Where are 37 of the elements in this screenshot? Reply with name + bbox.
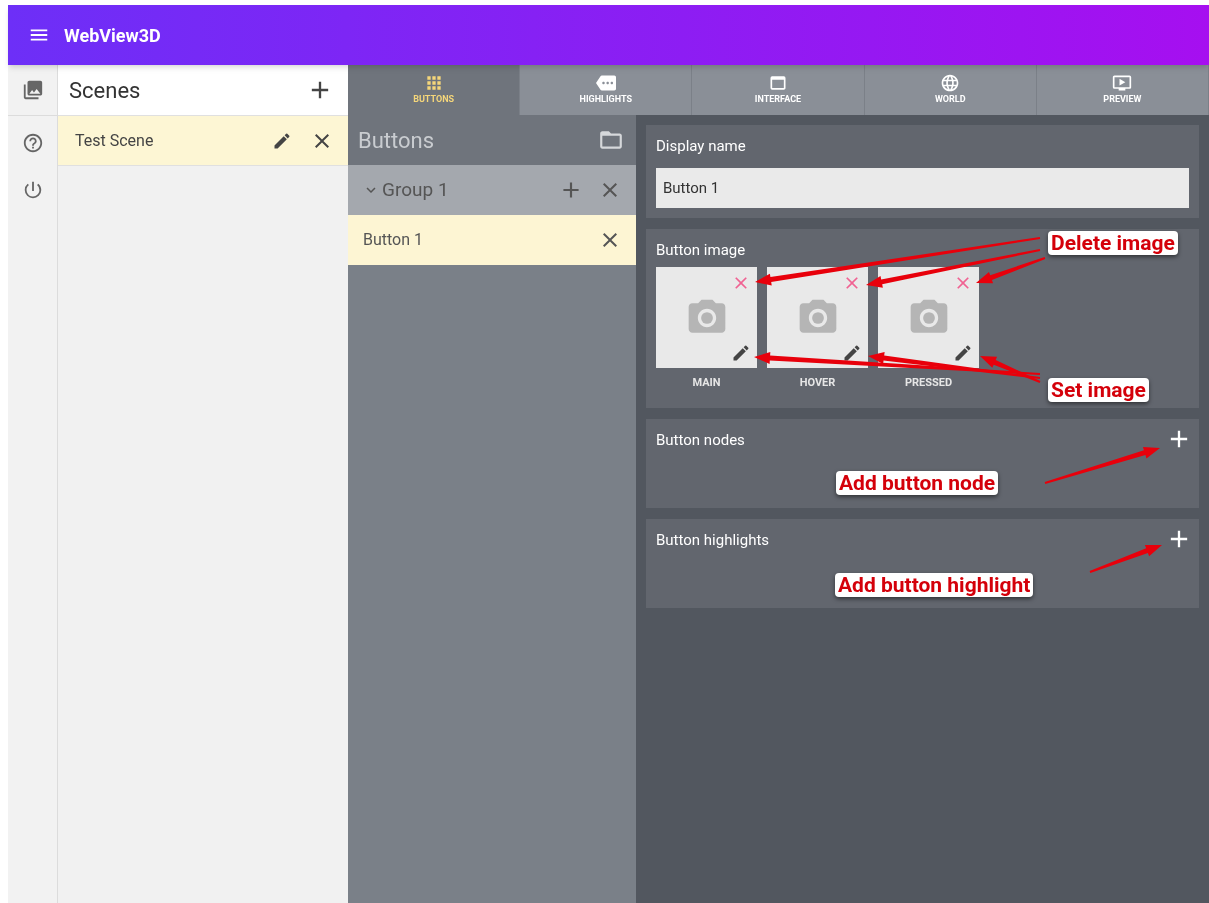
image-slot[interactable] — [767, 267, 868, 368]
label-icon — [595, 73, 616, 94]
tab[interactable]: BUTTONS — [348, 65, 521, 115]
tab[interactable]: HIGHLIGHTS — [520, 65, 693, 115]
tab[interactable]: PREVIEW — [1036, 65, 1209, 115]
panel-title: Buttons — [358, 126, 435, 155]
button-name: Button 1 — [363, 229, 425, 251]
card-title: Button nodes — [656, 429, 745, 451]
tab[interactable]: INTERFACE — [692, 65, 865, 115]
image-label: PRESSED — [904, 375, 953, 391]
card-title: Button highlights — [656, 529, 770, 551]
edit-icon[interactable] — [842, 343, 862, 363]
group-row[interactable]: Group 1 — [348, 165, 636, 215]
button-item[interactable]: Button 1 — [348, 215, 636, 265]
edit-icon[interactable] — [272, 130, 292, 151]
group-name: Group 1 — [382, 176, 450, 203]
tab[interactable]: WORLD — [864, 65, 1037, 115]
edit-icon[interactable] — [731, 343, 751, 363]
scene-item[interactable]: Test Scene — [58, 116, 348, 166]
card-title: Button image — [656, 239, 746, 261]
play-screen-icon — [1112, 73, 1133, 94]
annotation-label: Add button node — [836, 471, 999, 495]
image-label: MAIN — [692, 375, 721, 391]
app-title: WebView3D — [64, 23, 161, 48]
display-name-field[interactable]: Button 1 — [656, 167, 1189, 208]
annotation-label: Delete image — [1048, 231, 1178, 255]
annotation-label: Set image — [1048, 378, 1149, 402]
scene-name: Test Scene — [75, 129, 155, 152]
annotation-label: Add button highlight — [835, 573, 1034, 597]
help-icon[interactable] — [21, 132, 44, 154]
field-label: Display name — [656, 136, 746, 157]
edit-icon[interactable] — [953, 343, 973, 363]
gallery-icon[interactable] — [21, 79, 44, 101]
globe-icon — [940, 73, 961, 94]
image-label: HOVER — [799, 375, 836, 391]
panel-title: Scenes — [69, 76, 141, 105]
image-slot[interactable] — [878, 267, 979, 368]
